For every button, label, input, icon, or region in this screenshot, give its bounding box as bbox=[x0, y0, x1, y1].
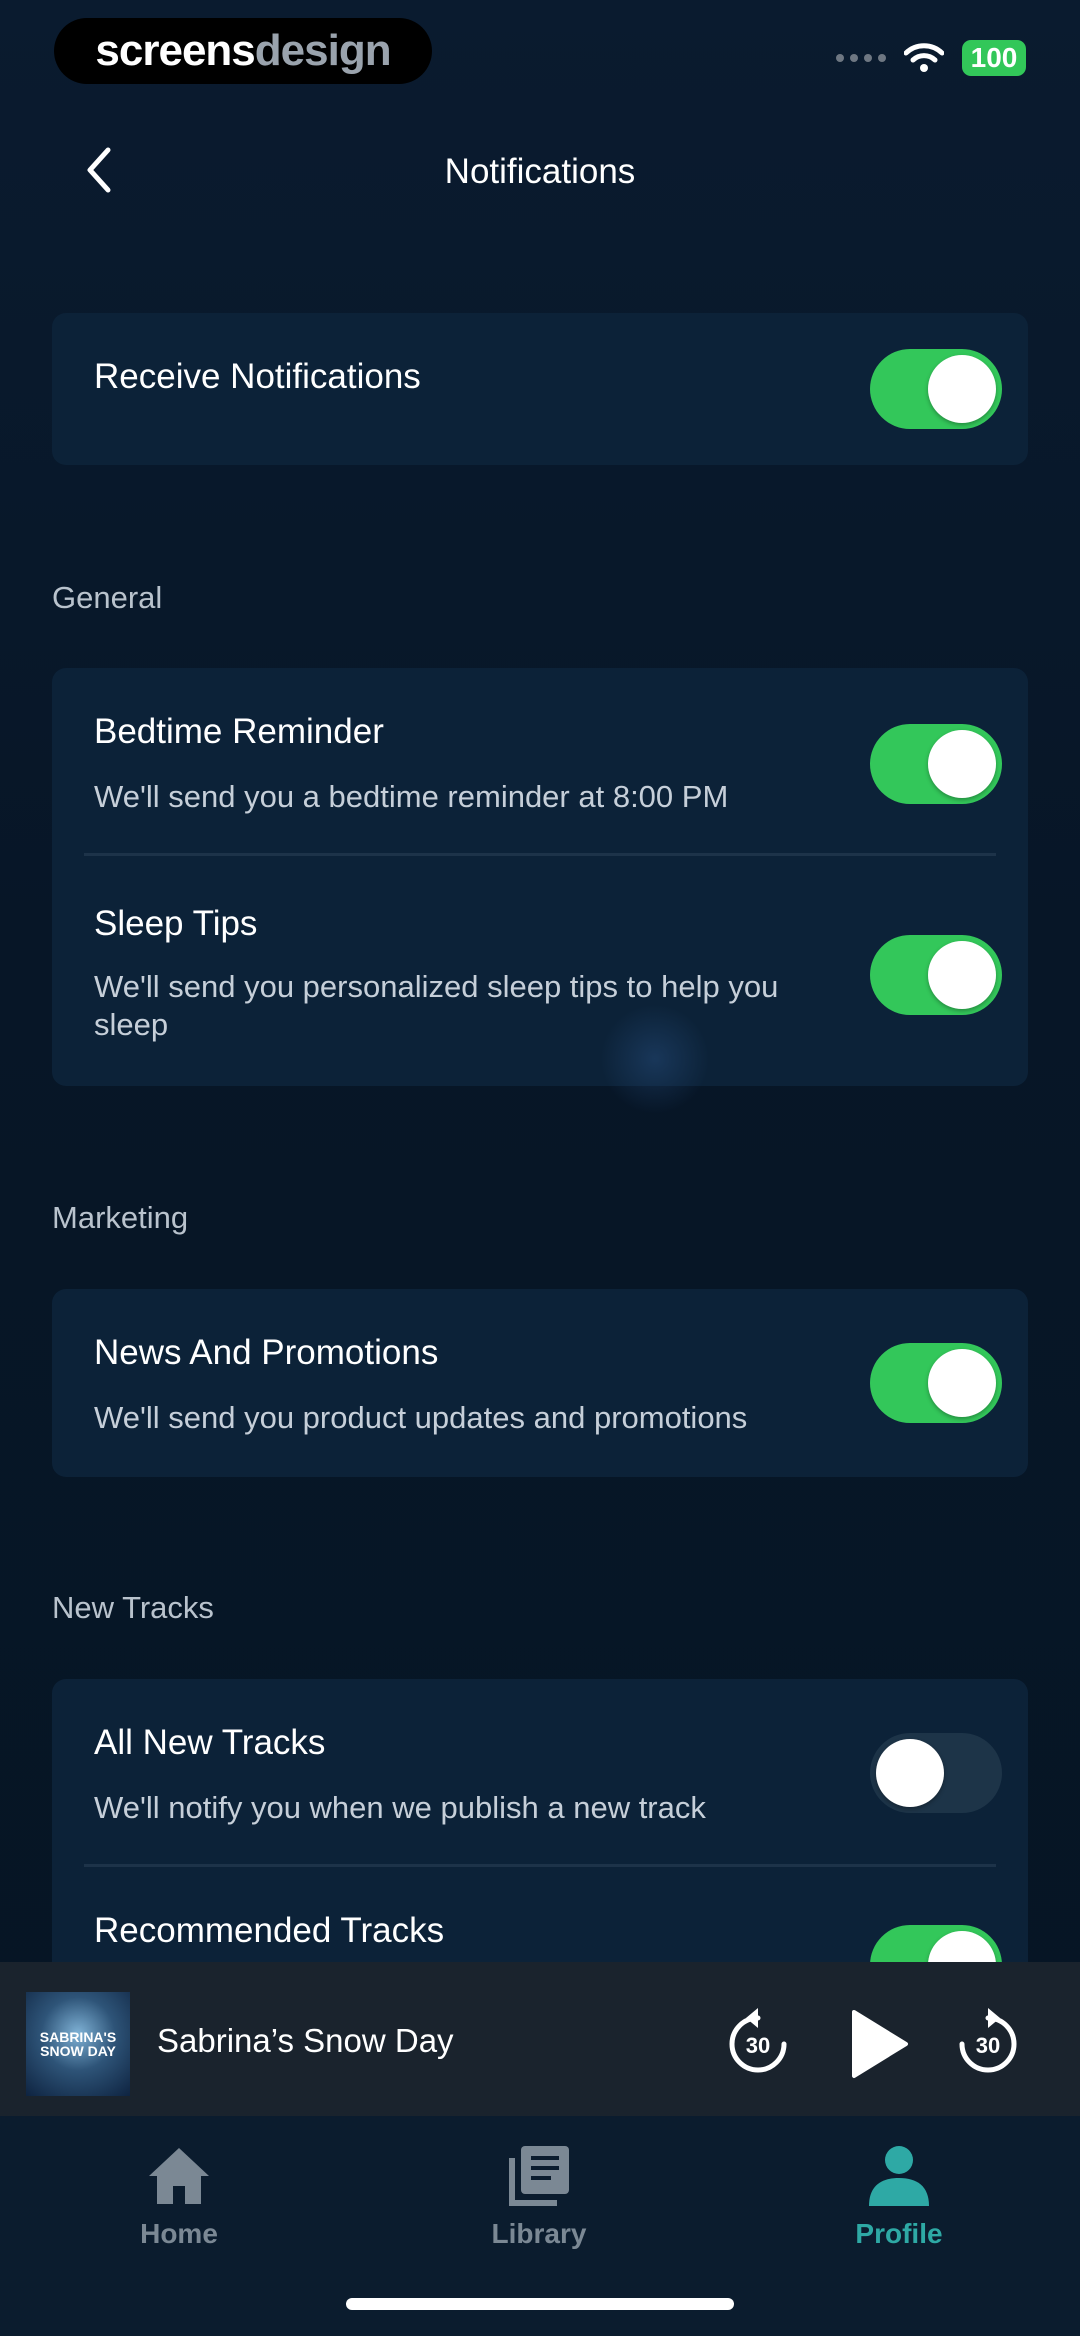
brand-text-design: design bbox=[254, 26, 392, 75]
receive-notifications-label: Receive Notifications bbox=[94, 357, 421, 396]
news-promotions-toggle[interactable] bbox=[870, 1343, 1002, 1423]
tab-home[interactable]: Home bbox=[79, 2140, 279, 2250]
skip-forward-label: 30 bbox=[976, 2033, 1000, 2058]
notifications-screen: screens design 100 Notifications Receive … bbox=[0, 0, 1080, 2336]
home-indicator[interactable] bbox=[346, 2298, 734, 2310]
news-promotions-title: News And Promotions bbox=[94, 1333, 439, 1372]
now-playing-title[interactable]: Sabrina’s Snow Day bbox=[157, 2022, 454, 2060]
all-new-tracks-row: All New Tracks We'll notify you when we … bbox=[52, 1679, 1028, 1867]
sleep-tips-toggle[interactable] bbox=[870, 935, 1002, 1015]
sleep-tips-desc: We'll send you personalized sleep tips t… bbox=[94, 969, 779, 1042]
tab-profile-label: Profile bbox=[855, 2218, 943, 2249]
news-promotions-desc: We'll send you product updates and promo… bbox=[94, 1400, 748, 1435]
home-icon bbox=[149, 2148, 209, 2204]
receive-notifications-card: Receive Notifications bbox=[52, 313, 1028, 465]
skip-back-30-icon[interactable]: 30 bbox=[716, 2002, 800, 2086]
page-title: Notifications bbox=[444, 152, 636, 191]
profile-icon bbox=[869, 2146, 929, 2206]
cellular-signal-icon bbox=[836, 54, 886, 62]
section-label-marketing: Marketing bbox=[52, 1200, 189, 1235]
receive-notifications-toggle[interactable] bbox=[870, 349, 1002, 429]
section-label-general: General bbox=[52, 580, 163, 615]
wifi-icon bbox=[904, 43, 944, 72]
brand-badge: screens design bbox=[54, 18, 432, 84]
skip-back-label: 30 bbox=[746, 2033, 770, 2058]
section-label-new-tracks: New Tracks bbox=[52, 1590, 214, 1625]
touch-highlight bbox=[600, 1004, 710, 1114]
skip-forward-30-icon[interactable]: 30 bbox=[946, 2002, 1030, 2086]
mini-player[interactable]: SABRINA'S SNOW DAY Sabrina’s Snow Day 30… bbox=[0, 1962, 1080, 2116]
tab-profile[interactable]: Profile bbox=[799, 2140, 999, 2250]
sleep-tips-row: Sleep Tips We'll send you personalized s… bbox=[52, 856, 1028, 1086]
bedtime-reminder-toggle[interactable] bbox=[870, 724, 1002, 804]
play-icon[interactable] bbox=[834, 2002, 918, 2086]
bedtime-reminder-title: Bedtime Reminder bbox=[94, 712, 384, 751]
sleep-tips-title: Sleep Tips bbox=[94, 904, 258, 943]
brand-text-screens: screens bbox=[95, 26, 255, 75]
all-new-tracks-toggle[interactable] bbox=[870, 1733, 1002, 1813]
bedtime-reminder-row: Bedtime Reminder We'll send you a bedtim… bbox=[52, 668, 1028, 856]
general-card: Bedtime Reminder We'll send you a bedtim… bbox=[52, 668, 1028, 1086]
tab-library[interactable]: Library bbox=[439, 2140, 639, 2250]
bedtime-reminder-desc: We'll send you a bedtime reminder at 8:0… bbox=[94, 779, 729, 814]
marketing-card: News And Promotions We'll send you produ… bbox=[52, 1289, 1028, 1477]
all-new-tracks-title: All New Tracks bbox=[94, 1723, 326, 1762]
album-art[interactable]: SABRINA'S SNOW DAY bbox=[26, 1992, 130, 2096]
library-icon bbox=[509, 2146, 569, 2206]
status-indicators: 100 bbox=[836, 36, 1026, 80]
tab-library-label: Library bbox=[491, 2218, 587, 2249]
battery-indicator: 100 bbox=[962, 40, 1026, 76]
tab-home-label: Home bbox=[140, 2218, 218, 2249]
recommended-tracks-title: Recommended Tracks bbox=[94, 1911, 445, 1950]
all-new-tracks-desc: We'll notify you when we publish a new t… bbox=[94, 1790, 706, 1825]
